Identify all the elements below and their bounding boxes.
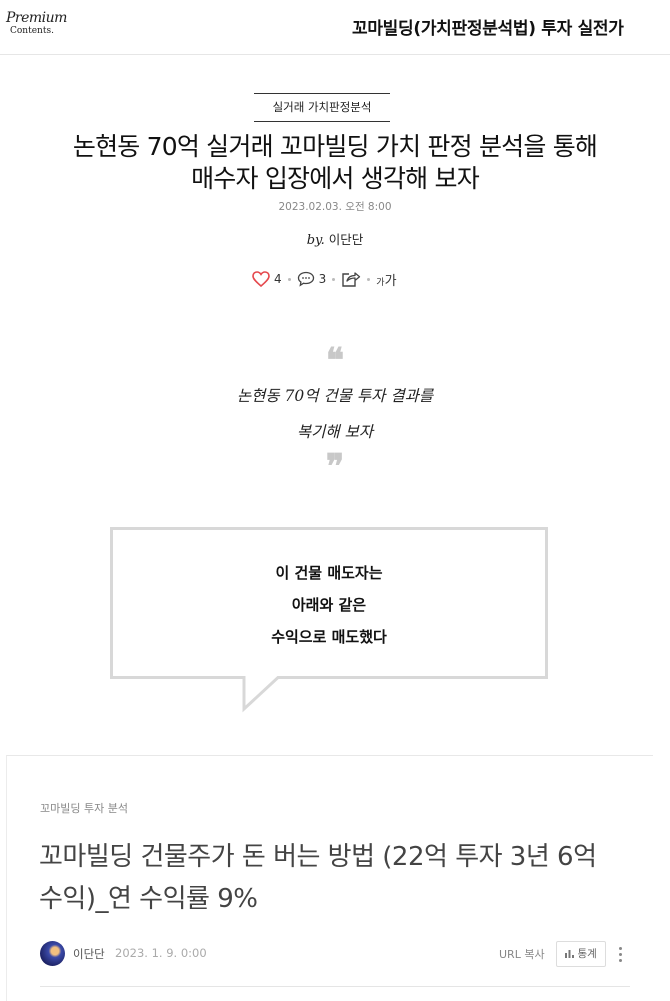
pull-quote: 논현동 70억 건물 투자 결과를 복기해 보자 (0, 378, 670, 450)
card-meta: 이단단 2023. 1. 9. 0:00 URL 복사 통계 (40, 941, 630, 967)
article-actions: 4 3 가가 (252, 268, 397, 290)
url-copy-button[interactable]: URL 복사 (499, 946, 545, 962)
article-category[interactable]: 실거래 가치판정분석 (254, 93, 390, 122)
bubble-line2: 아래와 같은 (291, 596, 367, 614)
author-name[interactable]: 이단단 (329, 232, 364, 247)
share-icon (342, 272, 361, 287)
font-size-button[interactable]: 가가 (376, 270, 396, 289)
card-date: 2023. 1. 9. 0:00 (115, 946, 207, 960)
card-title[interactable]: 꼬마빌딩 건물주가 돈 버는 방법 (22억 투자 3년 6억 수익)_연 수익… (39, 836, 597, 920)
close-quote-icon: ❞ (325, 447, 345, 487)
logo-line1: Premium (6, 10, 67, 26)
pull-quote-line2: 복기해 보자 (296, 423, 374, 441)
bubble-line1: 이 건물 매도자는 (275, 564, 383, 582)
heart-icon (252, 271, 270, 287)
share-button[interactable] (341, 270, 361, 288)
more-options-icon[interactable] (616, 943, 624, 965)
card-author[interactable]: 이단단 (73, 946, 105, 962)
by-prefix: by. (306, 233, 325, 248)
bar-chart-icon (565, 950, 575, 958)
separator-dot (332, 277, 336, 281)
comment-icon (297, 271, 314, 287)
stats-label: 통계 (577, 948, 597, 960)
separator-dot (367, 277, 371, 281)
top-header: Premium Contents. 꼬마빌딩(가치판정분석법) 투자 실전가 (0, 0, 670, 55)
card-title-line2: 수익)_연 수익률 9% (39, 884, 258, 914)
pull-quote-line1: 논현동 70억 건물 투자 결과를 (236, 387, 434, 405)
font-size-large: 가 (384, 273, 397, 289)
bubble-line3: 수익으로 매도했다 (271, 628, 387, 646)
speech-bubble-text: 이 건물 매도자는 아래와 같은 수익으로 매도했다 (110, 557, 548, 653)
article-title: 논현동 70억 실거래 꼬마빌딩 가치 판정 분석을 통해 매수자 입장에서 생… (0, 131, 670, 195)
article-date: 2023.02.03. 오전 8:00 (278, 201, 392, 213)
card-title-line1: 꼬마빌딩 건물주가 돈 버는 방법 (22억 투자 3년 6억 (39, 842, 597, 872)
like-count: 4 (274, 272, 282, 286)
author-avatar[interactable] (40, 941, 65, 966)
logo-line2: Contents. (10, 26, 54, 36)
speech-bubble: 이 건물 매도자는 아래와 같은 수익으로 매도했다 (110, 527, 548, 713)
open-quote-icon: ❝ (325, 341, 345, 381)
comment-button[interactable]: 3 (297, 271, 327, 287)
comment-count: 3 (318, 272, 327, 286)
series-title[interactable]: 꼬마빌딩(가치판정분석법) 투자 실전가 (352, 14, 624, 39)
stats-button[interactable]: 통계 (556, 941, 606, 967)
font-size-small: 가 (376, 277, 385, 288)
like-button[interactable]: 4 (252, 271, 282, 287)
card-divider (40, 986, 630, 987)
article-title-line2: 매수자 입장에서 생각해 보자 (191, 164, 480, 193)
article-title-line1: 논현동 70억 실거래 꼬마빌딩 가치 판정 분석을 통해 (72, 132, 598, 161)
card-category[interactable]: 꼬마빌딩 투자 분석 (40, 800, 128, 816)
byline: by. 이단단 (0, 229, 670, 248)
premium-contents-logo[interactable]: Premium Contents. (6, 10, 67, 46)
separator-dot (287, 277, 291, 281)
linked-post-card[interactable]: 꼬마빌딩 투자 분석 꼬마빌딩 건물주가 돈 버는 방법 (22억 투자 3년 … (6, 755, 653, 1001)
